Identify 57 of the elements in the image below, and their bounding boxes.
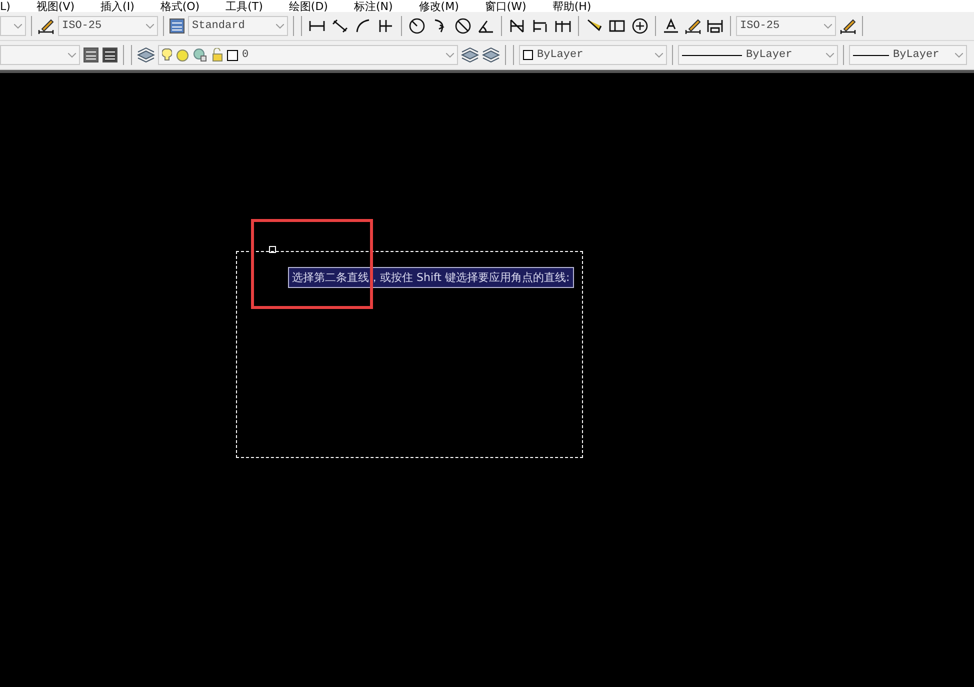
menu-item[interactable]: 工具(T) [226,1,263,12]
quick-dimension-icon[interactable] [508,17,526,35]
command-tooltip: 选择第二条直线，或按住 Shift 键选择要应用角点的直线: [288,267,574,288]
menu-item[interactable]: 修改(M) [418,1,459,12]
menu-item[interactable]: 视图(V) [36,1,75,12]
menu-item[interactable]: 绘图(D) [288,1,328,12]
dimension-text-edit-icon[interactable] [684,17,702,35]
ordinate-dimension-icon[interactable] [377,17,395,35]
dimension-update-icon[interactable] [706,17,724,35]
dropdown-caret-icon [146,24,154,28]
dropdown-caret-icon [68,52,76,58]
dimension-style-dropdown[interactable]: ISO-25 [736,16,836,36]
diameter-dimension-icon[interactable] [454,17,472,35]
dropdown-caret-icon [276,24,284,28]
layer-name: 0 [242,49,249,61]
dimension-style-icon[interactable] [37,17,55,35]
dimension-edit-icon[interactable] [662,17,680,35]
text-style-dropdown[interactable]: Standard [188,16,288,36]
layer-previous-icon[interactable] [482,46,500,64]
line-sample-icon [853,54,889,56]
dropdown-caret-icon [824,24,832,28]
pickbox-cursor [269,246,276,253]
layer-properties-icon[interactable] [137,46,155,64]
color-swatch-icon [227,50,238,60]
lineweight-dropdown[interactable]: ByLayer [849,45,967,65]
make-current-layer-icon[interactable] [461,46,479,64]
color-name: ByLayer [537,49,584,61]
sun-icon[interactable] [176,48,189,62]
center-mark-icon[interactable] [631,17,649,35]
lineweight-name: ByLayer [893,49,940,61]
dimension-style-icon[interactable] [839,17,857,35]
dropdown-caret-icon [655,52,663,58]
lightbulb-icon[interactable] [162,48,172,62]
menu-item[interactable]: 帮助(H) [552,1,592,12]
arc-dimension-icon[interactable] [354,17,372,35]
menu-item[interactable]: 格式(O) [160,1,200,12]
dropdown-caret-icon [446,52,454,58]
menu-item[interactable]: 窗口(W) [484,1,526,12]
dimension-style-dropdown[interactable]: ISO-25 [58,16,158,36]
radius-dimension-icon[interactable] [408,17,426,35]
color-dropdown[interactable]: ByLayer [519,45,667,65]
dropdown-caret-icon [14,24,22,28]
menu-item[interactable]: 插入(I) [100,1,134,12]
viewport-sun-icon[interactable] [193,48,207,62]
dropdown-caret-icon [826,52,834,58]
menu-item[interactable]: 标注(N) [354,1,393,12]
menu-item[interactable]: L) [0,1,10,12]
linetype-dropdown[interactable]: ByLayer [678,45,838,65]
padlock-icon[interactable] [211,48,223,62]
dropdown-caret-icon [955,52,963,58]
aligned-dimension-icon[interactable] [331,17,349,35]
layer-dropdown[interactable]: 0 [158,45,458,65]
color-swatch-icon [523,50,533,60]
baseline-dimension-icon[interactable] [531,17,549,35]
line-sample-icon [682,54,742,56]
linetype-name: ByLayer [746,49,792,61]
text-style-icon[interactable] [169,18,185,34]
